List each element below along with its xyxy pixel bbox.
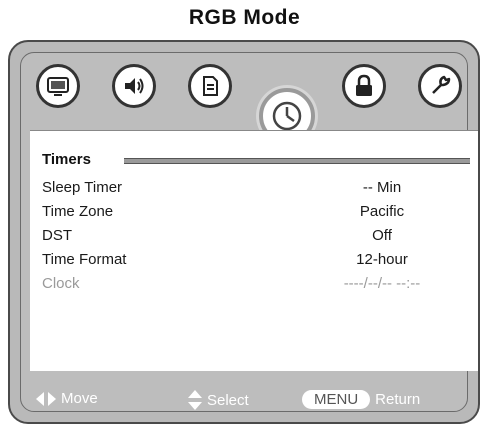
timers-panel: Timers Sleep Timer -- Min Time Zone Paci… bbox=[30, 130, 478, 371]
row-label: Clock bbox=[42, 275, 80, 292]
document-icon[interactable] bbox=[188, 64, 232, 108]
left-right-arrows-icon bbox=[36, 391, 56, 406]
row-value: Pacific bbox=[359, 203, 405, 220]
menu-row-time-format[interactable]: Time Format 12-hour bbox=[42, 251, 442, 271]
menu-row-dst[interactable]: DST Off bbox=[42, 227, 442, 247]
section-header: Timers bbox=[42, 151, 470, 169]
return-label: Return bbox=[375, 391, 421, 408]
menu-row-time-zone[interactable]: Time Zone Pacific bbox=[42, 203, 442, 223]
return-hint[interactable]: MENU Return bbox=[302, 390, 420, 409]
page-title: RGB Mode bbox=[188, 6, 301, 29]
section-title: Timers bbox=[42, 151, 91, 168]
select-label: Select bbox=[207, 391, 249, 409]
menu-row-clock: Clock ----/--/-- --:-- bbox=[42, 275, 442, 295]
row-label: DST bbox=[42, 227, 72, 244]
menu-button[interactable]: MENU bbox=[302, 390, 371, 409]
row-value: 12-hour bbox=[356, 251, 408, 268]
row-value: Off bbox=[372, 227, 392, 244]
row-value: ----/--/-- --:-- bbox=[343, 275, 421, 292]
audio-icon[interactable] bbox=[112, 64, 156, 108]
select-hint: Select bbox=[188, 390, 249, 410]
row-label: Time Format bbox=[42, 251, 127, 268]
move-label: Move bbox=[61, 390, 98, 407]
picture-icon[interactable] bbox=[36, 64, 80, 108]
wrench-icon[interactable] bbox=[418, 64, 462, 108]
row-label: Sleep Timer bbox=[42, 179, 123, 196]
menu-row-sleep-timer[interactable]: Sleep Timer -- Min bbox=[42, 179, 442, 199]
lock-icon[interactable] bbox=[342, 64, 386, 108]
move-hint: Move bbox=[36, 390, 98, 407]
row-value: -- Min bbox=[362, 179, 402, 196]
up-down-arrows-icon bbox=[188, 390, 202, 410]
row-label: Time Zone bbox=[42, 203, 114, 220]
section-divider bbox=[124, 158, 470, 164]
footer-hints: Move Select MENU Return bbox=[30, 388, 470, 416]
